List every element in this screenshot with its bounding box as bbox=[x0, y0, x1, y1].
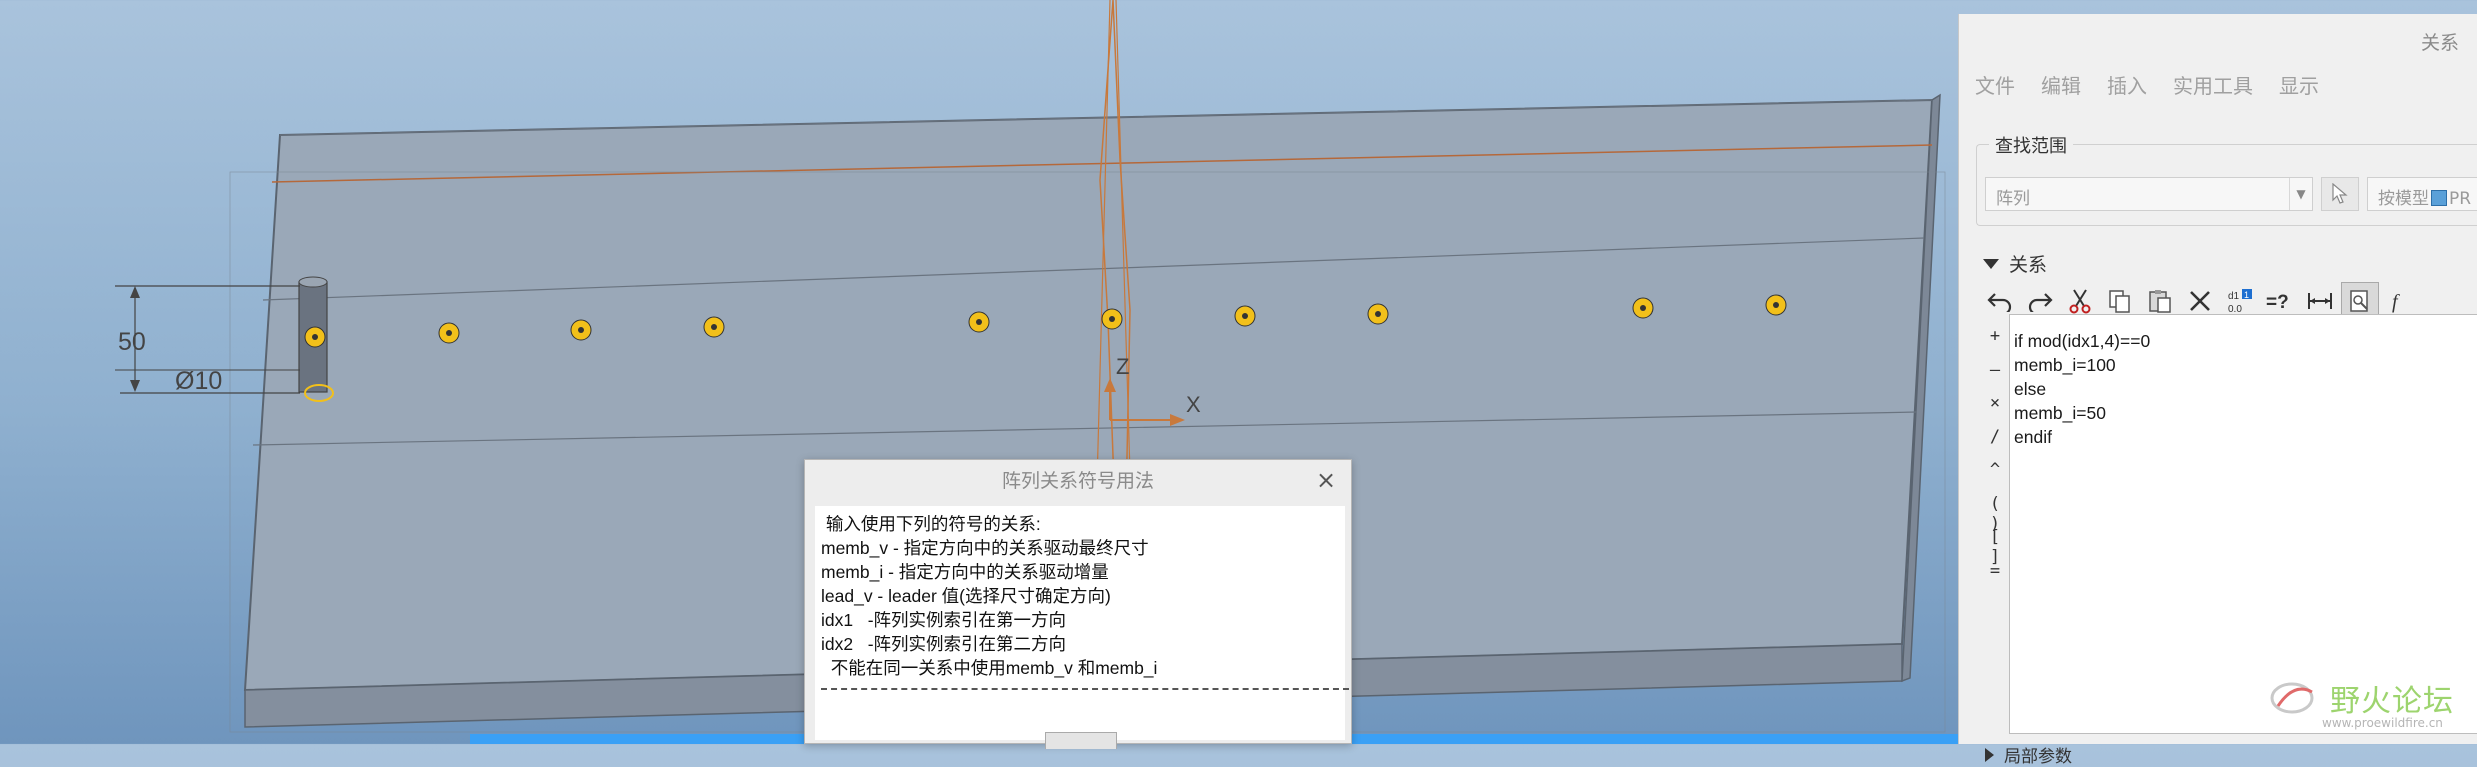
pattern-symbol-usage-dialog: 阵列关系符号用法 × 输入使用下列的符号的关系: memb_v - 指定方向中的… bbox=[804, 459, 1352, 749]
operator-divide[interactable]: / bbox=[1985, 427, 2005, 461]
code-line: memb_i=100 bbox=[2014, 355, 2116, 375]
cut-icon bbox=[2069, 289, 2091, 314]
divider bbox=[821, 688, 1349, 690]
local-params-label: 局部参数 bbox=[2004, 747, 2072, 767]
svg-text:f: f bbox=[2392, 291, 2400, 313]
relations-section-label: 关系 bbox=[2009, 254, 2048, 276]
svg-text:d1: d1 bbox=[2228, 291, 2240, 302]
sort-icon bbox=[2350, 290, 2368, 312]
axis-z-label: Z bbox=[1116, 354, 1129, 379]
menu-insert[interactable]: 插入 bbox=[2107, 70, 2147, 99]
local-params-header[interactable]: 局部参数 bbox=[1985, 742, 2072, 767]
operator-multiply[interactable]: × bbox=[1985, 393, 2005, 427]
menu-utilities[interactable]: 实用工具 bbox=[2173, 70, 2253, 99]
usage-line: 不能在同一关系中使用memb_v 和memb_i bbox=[821, 658, 1158, 678]
operator-parentheses[interactable]: ( ) bbox=[1985, 494, 2005, 534]
dimension-icon bbox=[2308, 293, 2332, 309]
undo-icon bbox=[1987, 293, 2012, 312]
code-line: endif bbox=[2014, 427, 2052, 447]
copy-icon bbox=[2109, 290, 2130, 313]
watermark-text: 野火论坛 bbox=[2330, 684, 2454, 719]
menu-file[interactable]: 文件 bbox=[1975, 70, 2015, 99]
usage-line: idx2 -阵列实例索引在第二方向 bbox=[821, 634, 1067, 654]
watermark-logo-icon bbox=[2270, 682, 2314, 714]
axis-x-label: X bbox=[1186, 392, 1201, 417]
code-line: memb_i=50 bbox=[2014, 403, 2106, 423]
operator-column: + – × / ^ ( ) [ ] = bbox=[1985, 326, 2005, 594]
watermark-subtext: www.proewildfire.cn bbox=[2322, 716, 2443, 730]
svg-text:=?: =? bbox=[2266, 292, 2289, 313]
usage-line: lead_v - leader 值(选择尺寸确定方向) bbox=[821, 586, 1111, 606]
operator-equals[interactable]: = bbox=[1985, 561, 2005, 595]
dialog-title: 阵列关系符号用法 bbox=[1001, 470, 1154, 492]
dialog-body: 输入使用下列的符号的关系: memb_v - 指定方向中的关系驱动最终尺寸 me… bbox=[815, 506, 1349, 740]
expand-triangle-icon bbox=[1985, 747, 1994, 762]
redo-icon bbox=[2028, 293, 2053, 312]
lookup-value: 阵列 bbox=[1996, 189, 2030, 209]
relations-section-header[interactable]: 关系 bbox=[1983, 250, 2047, 277]
usage-line: memb_v - 指定方向中的关系驱动最终尺寸 bbox=[821, 538, 1149, 558]
select-pointer-button[interactable] bbox=[2321, 177, 2359, 211]
usage-line: memb_i - 指定方向中的关系驱动增量 bbox=[821, 562, 1109, 582]
menu-display[interactable]: 显示 bbox=[2279, 70, 2319, 99]
operator-minus[interactable]: – bbox=[1985, 360, 2005, 394]
code-line: else bbox=[2014, 379, 2047, 399]
paste-icon bbox=[2149, 290, 2171, 313]
part-cube-icon bbox=[2431, 190, 2447, 206]
function-icon: f bbox=[2392, 291, 2400, 313]
dimension-height-label: 50 bbox=[118, 328, 146, 356]
panel-title: 关系 bbox=[2420, 32, 2459, 54]
menu-edit[interactable]: 编辑 bbox=[2041, 70, 2081, 99]
operator-plus[interactable]: + bbox=[1985, 326, 2005, 360]
menu-bar: 文件 编辑 插入 实用工具 显示 bbox=[1975, 70, 2319, 99]
code-line: if mod(idx1,4)==0 bbox=[2014, 331, 2151, 351]
ok-button[interactable] bbox=[1045, 732, 1117, 749]
relations-panel: 关系 文件 编辑 插入 实用工具 显示 查找范围 阵列 ▼ 按模型 PR 关系 bbox=[1958, 14, 2477, 767]
lookup-legend: 查找范围 bbox=[1989, 132, 2073, 158]
dimension-diameter-label: Ø10 bbox=[175, 367, 222, 395]
svg-text:1: 1 bbox=[2244, 290, 2249, 300]
verify-icon: =? bbox=[2266, 292, 2289, 313]
collapse-triangle-icon bbox=[1983, 258, 1999, 269]
lookup-select[interactable]: 阵列 ▼ bbox=[1985, 177, 2313, 211]
model-filter-label: 按模型 bbox=[2378, 189, 2429, 209]
chevron-down-icon[interactable]: ▼ bbox=[2289, 178, 2312, 210]
model-filter-value: PR bbox=[2449, 189, 2472, 209]
operator-brackets[interactable]: [ ] bbox=[1985, 527, 2005, 567]
cursor-arrow-icon bbox=[2332, 183, 2348, 204]
lookup-group: 查找范围 阵列 ▼ 按模型 PR bbox=[1976, 132, 2477, 226]
close-icon[interactable]: × bbox=[1313, 466, 1339, 496]
operator-power[interactable]: ^ bbox=[1985, 460, 2005, 494]
evaluate-icon: d10.01 bbox=[2228, 289, 2252, 315]
usage-line: 输入使用下列的符号的关系: bbox=[821, 514, 1041, 534]
watermark: 野火论坛 www.proewildfire.cn bbox=[2268, 676, 2454, 730]
relations-editor[interactable]: if mod(idx1,4)==0 memb_i=100 else memb_i… bbox=[2009, 314, 2477, 734]
usage-line: idx1 -阵列实例索引在第一方向 bbox=[821, 610, 1067, 630]
delete-icon bbox=[2190, 291, 2210, 311]
model-filter-select[interactable]: 按模型 PR bbox=[2367, 177, 2477, 211]
